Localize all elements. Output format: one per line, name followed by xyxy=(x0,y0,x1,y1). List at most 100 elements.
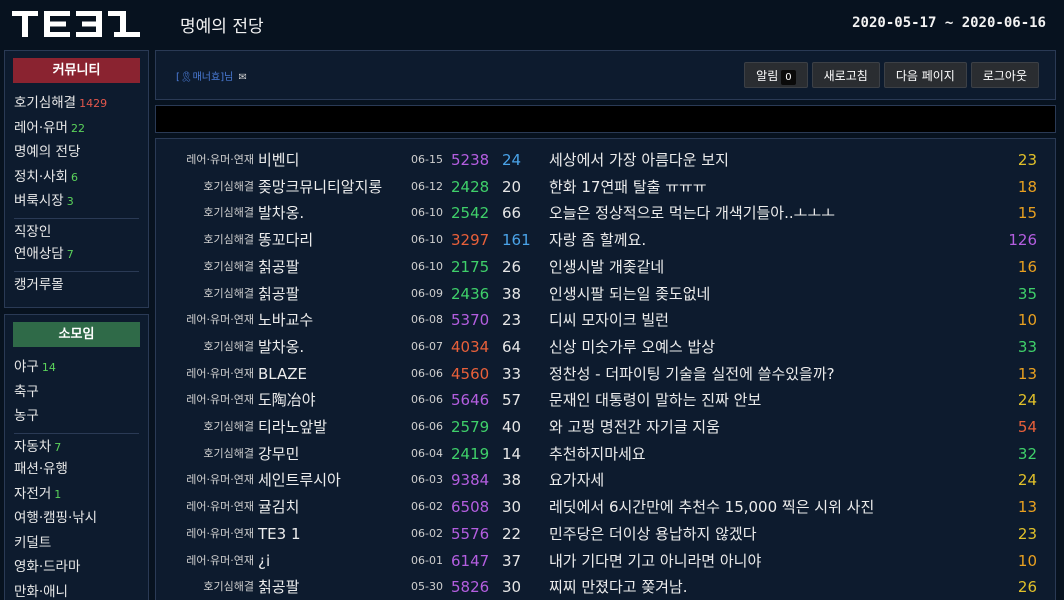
mail-icon[interactable]: ✉ xyxy=(239,72,247,83)
post-author[interactable]: BLAZE xyxy=(258,361,307,388)
post-title[interactable]: 레딧에서 6시간만에 추천수 15,000 찍은 시위 사진 xyxy=(549,494,874,521)
site-logo[interactable] xyxy=(10,8,142,40)
post-title[interactable]: 민주당은 더이상 용납하지 않겠다 xyxy=(549,521,757,548)
user-info[interactable]: [🎗매너효]님 ✉ xyxy=(176,68,247,83)
post-recommends: 26 xyxy=(502,257,522,276)
post-author[interactable]: 칡공팔 xyxy=(258,574,299,600)
sidebar_community-item[interactable]: 명예의 전당 xyxy=(14,140,139,165)
user-badge[interactable]: [🎗매너효]님 xyxy=(176,72,233,83)
post-row[interactable]: 레어·유머·연재 BLAZE 06-06 4560 33 정찬성 - 더파이팅 기술을 실… xyxy=(156,361,1055,388)
post-title[interactable]: 요가자세 xyxy=(549,467,604,494)
post-author[interactable]: TE3 1 xyxy=(258,521,301,548)
post-row[interactable]: 레어·유머·연재 세인트루시아 06-03 9384 38 요가자세 24 xyxy=(156,467,1055,494)
post-title[interactable]: 인생시팔 되는일 좆도없네 xyxy=(549,281,710,308)
sidebar_community-item[interactable]: 연애상담 7 xyxy=(14,242,139,267)
post-views: 2419 xyxy=(451,444,490,463)
post-author[interactable]: 좆망크뮤니티알지롱 xyxy=(258,174,382,201)
post-row[interactable]: 레어·유머·연재 비벤디 06-15 5238 24 세상에서 가장 아름다운 보지 23 xyxy=(156,147,1055,174)
post-title[interactable]: 한화 17연패 탈출 ㅠㅠㅠ xyxy=(549,174,707,201)
sidebar-groups-heading[interactable]: 소모임 xyxy=(13,322,140,347)
post-title[interactable]: 신상 미숫가루 오예스 밥상 xyxy=(549,334,715,361)
post-author[interactable]: 똥꼬다리 xyxy=(258,227,313,254)
post-author[interactable]: 칡공팔 xyxy=(258,254,299,281)
sidebar_groups-item[interactable]: 축구 xyxy=(14,380,139,405)
post-row[interactable]: 호기심해결 좆망크뮤니티알지롱 06-12 2428 20 한화 17연패 탈출 ㅠㅠㅠ 1… xyxy=(156,174,1055,201)
post-author[interactable]: 칡공팔 xyxy=(258,281,299,308)
post-title[interactable]: 오늘은 정상적으로 먹는다 개색기들아..ㅗㅗㅗ xyxy=(549,200,835,227)
sidebar_groups-item[interactable]: 영화·드라마 xyxy=(14,555,139,580)
post-row[interactable]: 호기심해결 발차옹. 06-10 2542 66 오늘은 정상적으로 먹는다 개색기들아.… xyxy=(156,200,1055,227)
post-views: 6147 xyxy=(451,551,490,570)
sidebar_community-item[interactable]: 캥거루몰 xyxy=(14,270,139,296)
sidebar_groups-item[interactable]: 키덜트 xyxy=(14,531,139,556)
logout-button[interactable]: 로그아웃 xyxy=(970,62,1039,88)
sidebar_community-item[interactable]: 호기심해결 1429 xyxy=(14,91,139,116)
post-category: 레어·유머·연재 xyxy=(186,393,254,407)
post-views: 5238 xyxy=(451,151,490,169)
post-row[interactable]: 레어·유머·연재 ¿i 06-01 6147 37 내가 기다면 기고 아니라면 아니야 1… xyxy=(156,548,1055,575)
sidebar_groups-item[interactable]: 야구 14 xyxy=(14,355,139,380)
post-list: 레어·유머·연재 비벤디 06-15 5238 24 세상에서 가장 아름다운 보지 23 호… xyxy=(155,138,1056,600)
next-page-button[interactable]: 다음 페이지 xyxy=(883,62,967,88)
post-row[interactable]: 레어·유머·연재 노바교수 06-08 5370 23 디씨 모자이크 빌런 10 xyxy=(156,307,1055,334)
post-date: 06-06 xyxy=(411,420,443,433)
post-row[interactable]: 레어·유머·연재 TE3 1 06-02 5576 22 민주당은 더이상 용납하지 않겠… xyxy=(156,521,1055,548)
post-comments: 24 xyxy=(1017,471,1037,490)
post-title[interactable]: 내가 기다면 기고 아니라면 아니야 xyxy=(549,548,761,575)
post-author[interactable]: 강무민 xyxy=(258,441,299,468)
post-title[interactable]: 찌찌 만졌다고 쫒겨남. xyxy=(549,574,688,600)
date-range: 2020-05-17 ~ 2020-06-16 xyxy=(852,15,1046,31)
sidebar_community-item[interactable]: 벼룩시장 3 xyxy=(14,189,139,214)
post-title[interactable]: 자랑 좀 할께요. xyxy=(549,227,646,254)
post-author[interactable]: 노바교수 xyxy=(258,307,313,334)
post-row[interactable]: 호기심해결 발차옹. 06-07 4034 64 신상 미숫가루 오예스 밥상 33 xyxy=(156,334,1055,361)
post-title[interactable]: 추천하지마세요 xyxy=(549,441,646,468)
post-recommends: 40 xyxy=(502,418,522,436)
post-title[interactable]: 디씨 모자이크 빌런 xyxy=(549,307,669,334)
post-author[interactable]: 도陶冶야 xyxy=(258,387,316,414)
post-date: 06-03 xyxy=(411,473,443,487)
post-author[interactable]: ¿i xyxy=(258,548,270,575)
post-recommends: 38 xyxy=(502,284,522,303)
post-row[interactable]: 호기심해결 칡공팔 06-10 2175 26 인생시발 개좆같네 16 xyxy=(156,254,1055,281)
post-title[interactable]: 문재인 대통령이 말하는 진짜 안보 xyxy=(549,387,761,414)
alerts-label: 알림 xyxy=(756,69,779,83)
post-recommends: 22 xyxy=(502,524,522,543)
sidebar_community-item[interactable]: 레어·유머 22 xyxy=(14,116,139,141)
refresh-button[interactable]: 새로고침 xyxy=(811,62,880,88)
sidebar_groups-item[interactable]: 자동차 7 xyxy=(14,432,139,458)
post-row[interactable]: 호기심해결 강무민 06-04 2419 14 추천하지마세요 32 xyxy=(156,441,1055,468)
sidebar_community-item[interactable]: 직장인 xyxy=(14,217,139,243)
sidebar_groups-item[interactable]: 자전거 1 xyxy=(14,482,139,507)
post-author[interactable]: 발차옹. xyxy=(258,200,304,227)
post-category: 호기심해결 xyxy=(203,206,254,220)
sidebar_groups-item[interactable]: 패션·유행 xyxy=(14,457,139,482)
post-title[interactable]: 와 고펑 명전간 자기글 지움 xyxy=(549,414,720,441)
post-author[interactable]: 티라노앞발 xyxy=(258,414,327,441)
sidebar-community-heading[interactable]: 커뮤니티 xyxy=(13,58,140,83)
post-row[interactable]: 호기심해결 똥꼬다리 06-10 3297 161 자랑 좀 할께요. 126 xyxy=(156,227,1055,254)
post-author[interactable]: 비벤디 xyxy=(258,147,299,174)
post-row[interactable]: 호기심해결 칡공팔 05-30 5826 30 찌찌 만졌다고 쫒겨남. 26 xyxy=(156,574,1055,600)
sidebar_groups-item[interactable]: 농구 xyxy=(14,404,139,429)
post-row[interactable]: 레어·유머·연재 도陶冶야 06-06 5646 57 문재인 대통령이 말하는 진짜 안… xyxy=(156,387,1055,414)
sidebar_groups-item[interactable]: 여행·캠핑·낚시 xyxy=(14,506,139,531)
post-row[interactable]: 호기심해결 티라노앞발 06-06 2579 40 와 고펑 명전간 자기글 지움 54 xyxy=(156,414,1055,441)
post-views: 5370 xyxy=(451,311,490,330)
post-row[interactable]: 호기심해결 칡공팔 06-09 2436 38 인생시팔 되는일 좆도없네 35 xyxy=(156,281,1055,308)
post-author[interactable]: 세인트루시아 xyxy=(258,467,341,494)
sidebar-item-label: 직장인 xyxy=(14,223,52,240)
post-title[interactable]: 인생시발 개좆같네 xyxy=(549,254,664,281)
post-comments: 15 xyxy=(1017,204,1037,223)
post-category: 레어·유머·연재 xyxy=(186,500,254,514)
sidebar_groups-item[interactable]: 만화·애니 xyxy=(14,580,139,600)
post-author[interactable]: 발차옹. xyxy=(258,334,304,361)
post-title[interactable]: 정찬성 - 더파이팅 기술을 실전에 쓸수있을까? xyxy=(549,361,835,388)
post-author[interactable]: 귤김치 xyxy=(258,494,299,521)
alerts-button[interactable]: 알림 0 xyxy=(744,62,808,88)
post-row[interactable]: 레어·유머·연재 귤김치 06-02 6508 30 레딧에서 6시간만에 추천수 15,… xyxy=(156,494,1055,521)
post-date: 06-08 xyxy=(411,313,443,327)
post-date: 06-01 xyxy=(411,553,443,567)
post-title[interactable]: 세상에서 가장 아름다운 보지 xyxy=(549,147,729,174)
sidebar_community-item[interactable]: 정치·사회 6 xyxy=(14,165,139,190)
